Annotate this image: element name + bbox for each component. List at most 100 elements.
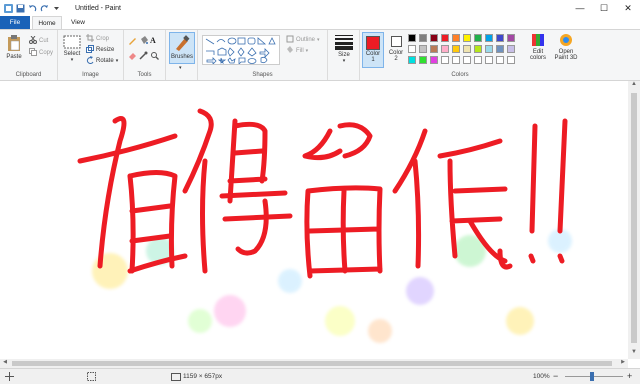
palette-swatch[interactable] — [419, 34, 427, 42]
palette-swatch[interactable] — [419, 56, 427, 64]
paste-button[interactable]: Paste — [3, 34, 25, 60]
brushes-button[interactable]: Brushes — [169, 32, 195, 64]
copy-label: Copy — [39, 50, 54, 56]
pastel-spray-background — [92, 229, 572, 343]
palette-swatch[interactable] — [452, 56, 460, 64]
resize-label: Resize — [96, 47, 115, 53]
palette-swatch[interactable] — [419, 45, 427, 53]
vertical-scrollbar[interactable]: ▲ ▼ — [628, 81, 640, 359]
select-button[interactable]: Select ▾ — [61, 35, 83, 63]
chevron-down-icon: ▾ — [115, 58, 119, 64]
palette-swatch[interactable] — [463, 34, 471, 42]
canvas-drawing — [77, 108, 572, 343]
select-icon — [63, 35, 81, 49]
color1-button[interactable]: Color 1 — [362, 32, 384, 68]
fill-bucket-icon[interactable] — [139, 36, 150, 47]
palette-swatch[interactable] — [474, 34, 482, 42]
palette-swatch[interactable] — [485, 34, 493, 42]
color-wheel-icon — [532, 34, 544, 46]
color2-button[interactable]: Color 2 — [386, 32, 406, 68]
shapes-gallery-icons — [205, 37, 276, 65]
edit-colors-button[interactable]: Edit colors — [526, 33, 550, 61]
palette-swatch[interactable] — [474, 45, 482, 53]
palette-swatch[interactable] — [496, 56, 504, 64]
cursor-position-icon — [5, 372, 14, 383]
shapes-gallery[interactable] — [202, 35, 280, 65]
palette-swatch[interactable] — [496, 34, 504, 42]
text-tool-icon[interactable]: A — [150, 36, 161, 47]
tab-file[interactable]: File — [0, 16, 30, 29]
tab-home[interactable]: Home — [32, 16, 62, 29]
save-icon[interactable] — [16, 4, 25, 13]
palette-swatch[interactable] — [507, 56, 515, 64]
palette-swatch[interactable] — [507, 45, 515, 53]
customize-toolbar-icon[interactable] — [52, 4, 61, 13]
color-picker-icon[interactable] — [139, 51, 150, 62]
horizontal-scrollbar[interactable]: ◀ ▶ — [0, 359, 628, 368]
copy-icon — [29, 48, 37, 58]
outline-icon — [286, 35, 294, 45]
color2-swatch — [390, 36, 402, 47]
scroll-down-arrow-icon[interactable]: ▼ — [628, 349, 640, 359]
rotate-button[interactable]: Rotate ▾ — [86, 56, 118, 66]
shapes-group: Outline ▾ Fill ▾ Shapes — [198, 30, 328, 80]
undo-icon[interactable] — [28, 4, 37, 13]
palette-swatch[interactable] — [485, 56, 493, 64]
palette-swatch[interactable] — [474, 56, 482, 64]
palette-swatch[interactable] — [463, 45, 471, 53]
tab-view[interactable]: View — [64, 16, 92, 29]
window-title: Untitled - Paint — [75, 4, 121, 12]
palette-swatch[interactable] — [452, 34, 460, 42]
palette-swatch[interactable] — [430, 45, 438, 53]
line-width-icon — [335, 35, 353, 50]
palette-swatch[interactable] — [496, 45, 504, 53]
palette-swatch[interactable] — [430, 34, 438, 42]
horizontal-scroll-thumb[interactable] — [12, 361, 612, 366]
copy-button[interactable]: Copy — [29, 48, 53, 58]
crop-icon — [86, 34, 94, 44]
zoom-out-button[interactable]: − — [553, 371, 558, 381]
tools-grid: A — [128, 36, 162, 62]
zoom-slider-thumb[interactable] — [590, 372, 594, 381]
palette-swatch[interactable] — [408, 34, 416, 42]
crop-button[interactable]: Crop — [86, 34, 109, 44]
cut-button[interactable]: Cut — [29, 35, 49, 46]
eraser-icon[interactable] — [128, 51, 139, 62]
open-paint3d-button[interactable]: Open Paint 3D — [552, 33, 580, 61]
color-palette — [408, 34, 528, 70]
drawing-canvas[interactable] — [0, 81, 628, 359]
maximize-button[interactable]: ☐ — [592, 0, 616, 16]
scroll-left-arrow-icon[interactable]: ◀ — [0, 359, 10, 368]
magnifier-icon[interactable] — [150, 51, 161, 62]
image-group: Select ▾ Crop Resize Rotate ▾ Image — [58, 30, 124, 80]
zoom-slider[interactable] — [565, 376, 623, 377]
palette-swatch[interactable] — [452, 45, 460, 53]
color2-label: Color 2 — [388, 50, 404, 62]
resize-button[interactable]: Resize — [86, 45, 114, 55]
close-button[interactable]: ✕ — [616, 0, 640, 16]
scroll-right-arrow-icon[interactable]: ▶ — [618, 359, 628, 368]
palette-swatch[interactable] — [408, 56, 416, 64]
cut-label: Cut — [39, 38, 49, 44]
paste-label: Paste — [6, 54, 22, 60]
scroll-up-arrow-icon[interactable]: ▲ — [628, 81, 640, 91]
clipboard-group: Paste Cut Copy Clipboard — [0, 30, 58, 80]
fill-button[interactable]: Fill ▾ — [286, 46, 308, 56]
palette-swatch[interactable] — [507, 34, 515, 42]
size-button[interactable]: Size ▾ — [332, 34, 356, 64]
zoom-in-button[interactable]: + — [627, 371, 632, 381]
chevron-down-icon[interactable]: ▾ — [179, 65, 182, 71]
palette-swatch[interactable] — [463, 56, 471, 64]
palette-swatch[interactable] — [408, 45, 416, 53]
shapes-group-label: Shapes — [252, 72, 273, 78]
palette-swatch[interactable] — [441, 45, 449, 53]
vertical-scroll-thumb[interactable] — [631, 93, 637, 343]
pencil-icon[interactable] — [128, 36, 139, 47]
palette-swatch[interactable] — [485, 45, 493, 53]
redo-icon[interactable] — [40, 4, 49, 13]
minimize-button[interactable]: — — [568, 0, 592, 16]
outline-button[interactable]: Outline ▾ — [286, 35, 320, 45]
palette-swatch[interactable] — [441, 34, 449, 42]
palette-swatch[interactable] — [430, 56, 438, 64]
palette-swatch[interactable] — [441, 56, 449, 64]
